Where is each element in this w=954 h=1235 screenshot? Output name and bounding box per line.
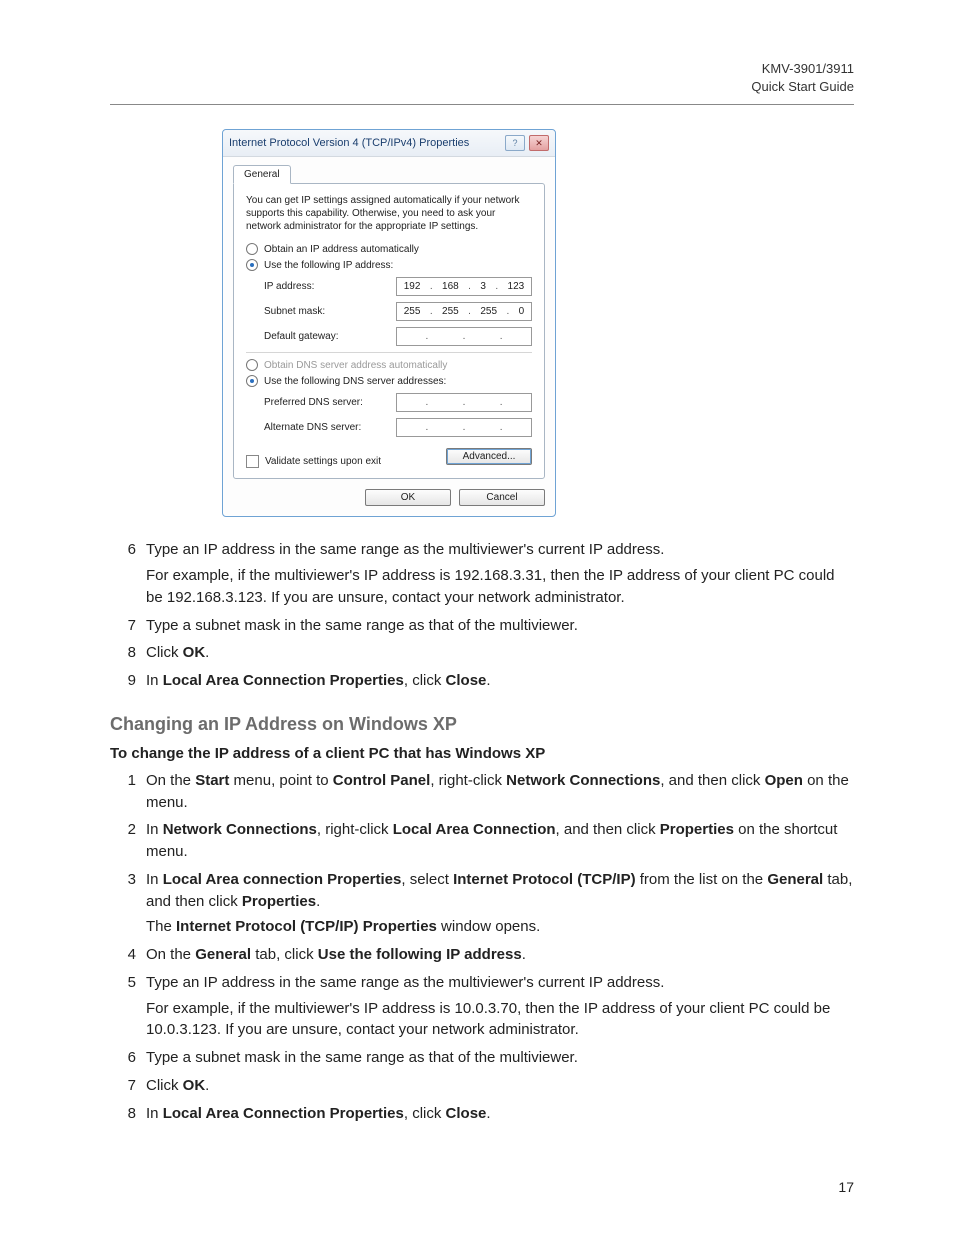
step-subtext: For example, if the multiviewer's IP add…	[146, 565, 854, 609]
doc-subtitle: Quick Start Guide	[110, 78, 854, 96]
step-number: 8	[110, 1103, 136, 1125]
step-item: 6 Type a subnet mask in the same range as…	[110, 1047, 854, 1069]
radio-auto-ip[interactable]: Obtain an IP address automatically	[246, 243, 532, 255]
step-number: 5	[110, 972, 136, 1041]
step-text: In Network Connections, right-click Loca…	[146, 819, 854, 863]
step-item: 7 Type a subnet mask in the same range as…	[110, 615, 854, 637]
step-text: Type a subnet mask in the same range as …	[146, 1047, 854, 1069]
input-gateway[interactable]: . . .	[396, 327, 532, 346]
step-text: On the Start menu, point to Control Pane…	[146, 770, 854, 814]
step-number: 7	[110, 1075, 136, 1097]
radio-icon	[246, 259, 258, 271]
step-subtext: For example, if the multiviewer's IP add…	[146, 998, 854, 1042]
tcpip-dialog: Internet Protocol Version 4 (TCP/IPv4) P…	[222, 129, 556, 517]
step-text: Type an IP address in the same range as …	[146, 539, 854, 608]
step-text: Click OK.	[146, 1075, 854, 1097]
page-number: 17	[838, 1179, 854, 1195]
step-number: 6	[110, 539, 136, 608]
step-list-b: 1On the Start menu, point to Control Pan…	[110, 770, 854, 1125]
radio-auto-dns: Obtain DNS server address automatically	[246, 359, 532, 371]
radio-use-dns[interactable]: Use the following DNS server addresses:	[246, 375, 532, 387]
label-mask: Subnet mask:	[264, 306, 396, 317]
step-number: 7	[110, 615, 136, 637]
step-number: 6	[110, 1047, 136, 1069]
section-heading: Changing an IP Address on Windows XP	[110, 714, 854, 735]
step-number: 4	[110, 944, 136, 966]
step-item: 2In Network Connections, right-click Loc…	[110, 819, 854, 863]
doc-title: KMV-3901/3911	[110, 60, 854, 78]
header-rule	[110, 104, 854, 105]
radio-icon	[246, 359, 258, 371]
step-subtext: The Internet Protocol (TCP/IP) Propertie…	[146, 916, 854, 938]
input-mask[interactable]: 255. 255. 255. 0	[396, 302, 532, 321]
step-number: 2	[110, 819, 136, 863]
tab-general[interactable]: General	[233, 165, 291, 184]
radio-icon	[246, 375, 258, 387]
radio-icon	[246, 243, 258, 255]
step-item: 9 In Local Area Connection Properties, cl…	[110, 670, 854, 692]
step-text: In Local Area connection Properties, sel…	[146, 869, 854, 938]
checkbox-validate[interactable]: Validate settings upon exit	[246, 455, 381, 468]
radio-use-ip[interactable]: Use the following IP address:	[246, 259, 532, 271]
step-item: 6Type an IP address in the same range as…	[110, 539, 854, 608]
step-number: 3	[110, 869, 136, 938]
step-number: 8	[110, 642, 136, 664]
close-icon[interactable]: ✕	[529, 135, 549, 151]
step-text: Type a subnet mask in the same range as …	[146, 615, 854, 637]
step-text: On the General tab, click Use the follow…	[146, 944, 854, 966]
input-alt-dns[interactable]: . . .	[396, 418, 532, 437]
checkbox-icon	[246, 455, 259, 468]
ok-button[interactable]: OK	[365, 489, 451, 506]
step-number: 9	[110, 670, 136, 692]
step-item: 7 Click OK.	[110, 1075, 854, 1097]
input-pref-dns[interactable]: . . .	[396, 393, 532, 412]
step-text: In Local Area Connection Properties, cli…	[146, 1103, 854, 1125]
cancel-button[interactable]: Cancel	[459, 489, 545, 506]
step-item: 8 Click OK.	[110, 642, 854, 664]
dialog-title: Internet Protocol Version 4 (TCP/IPv4) P…	[229, 137, 469, 149]
step-item: 8 In Local Area Connection Properties, cl…	[110, 1103, 854, 1125]
dialog-titlebar[interactable]: Internet Protocol Version 4 (TCP/IPv4) P…	[223, 130, 555, 157]
doc-header: KMV-3901/3911 Quick Start Guide	[110, 60, 854, 96]
step-text: In Local Area Connection Properties, cli…	[146, 670, 854, 692]
label-gateway: Default gateway:	[264, 331, 396, 342]
advanced-button[interactable]: Advanced...	[446, 448, 532, 465]
step-number: 1	[110, 770, 136, 814]
section-lead: To change the IP address of a client PC …	[110, 745, 854, 762]
step-text: Type an IP address in the same range as …	[146, 972, 854, 1041]
step-item: 5Type an IP address in the same range as…	[110, 972, 854, 1041]
step-item: 3In Local Area connection Properties, se…	[110, 869, 854, 938]
step-item: 4 On the General tab, click Use the follo…	[110, 944, 854, 966]
input-ip[interactable]: 192. 168. 3. 123	[396, 277, 532, 296]
label-pref-dns: Preferred DNS server:	[264, 397, 396, 408]
label-alt-dns: Alternate DNS server:	[264, 422, 396, 433]
label-ip: IP address:	[264, 281, 396, 292]
step-text: Click OK.	[146, 642, 854, 664]
step-list-a: 6Type an IP address in the same range as…	[110, 539, 854, 692]
help-icon[interactable]: ?	[505, 135, 525, 151]
step-item: 1On the Start menu, point to Control Pan…	[110, 770, 854, 814]
dialog-description: You can get IP settings assigned automat…	[246, 194, 532, 233]
